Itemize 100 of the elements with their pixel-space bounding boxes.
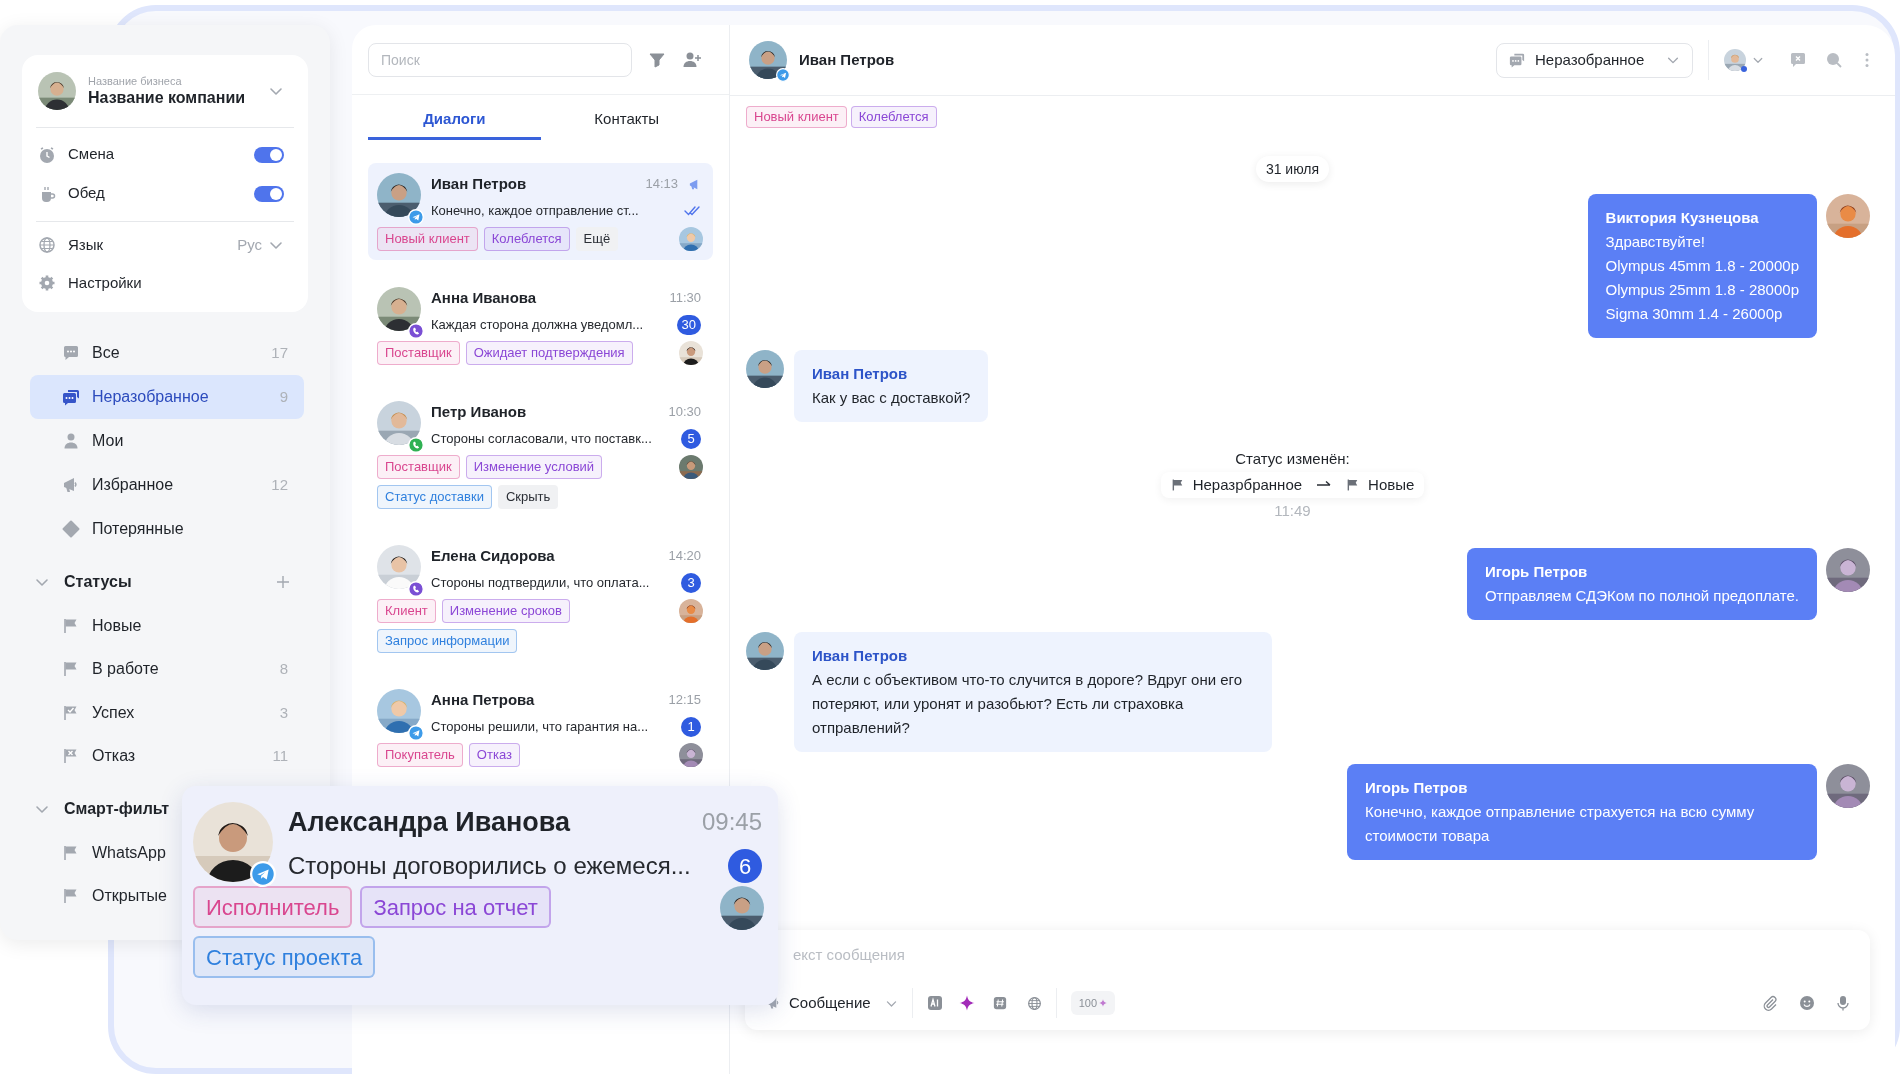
message-text: Olympus 45mm 1.8 - 20000р xyxy=(1605,256,1799,276)
tag: Новый клиент xyxy=(377,227,478,251)
filter-icon[interactable] xyxy=(648,50,666,69)
tag: Статус проекта xyxy=(193,936,376,978)
settings-icon xyxy=(38,274,56,292)
message-text: Отправляем СДЭКом по полной предоплате. xyxy=(1484,586,1799,606)
item-count: 12 xyxy=(271,474,288,495)
tag: Покупатель xyxy=(377,743,463,767)
toggle-label: Обед xyxy=(68,183,105,204)
unread-count: 1 xyxy=(681,717,701,737)
folder-item[interactable]: Мои xyxy=(30,419,304,463)
status-dropdown[interactable]: Неразобранное xyxy=(1496,42,1693,78)
folder-item[interactable]: Избранное 12 xyxy=(30,463,304,507)
search-field[interactable]: Поиск xyxy=(368,42,632,77)
phone-icon xyxy=(408,323,424,339)
tag: Запрос информации xyxy=(377,629,518,653)
old-status: Неразрбранное xyxy=(1192,475,1303,495)
new-status: Новые xyxy=(1368,475,1415,495)
tag: Колеблется xyxy=(850,106,937,128)
message-text: Как у вас с доставкой? xyxy=(812,388,971,408)
item-count: 8 xyxy=(279,659,288,679)
tag: Колеблется xyxy=(483,227,570,251)
chat-icon xyxy=(62,344,80,362)
add-user-icon[interactable] xyxy=(682,50,702,69)
toggle-switch[interactable] xyxy=(254,146,284,163)
unread-count: 6 xyxy=(728,849,762,883)
section-title: Смарт-фильт xyxy=(64,799,170,819)
message-text: Здравствуйте! xyxy=(1605,232,1706,252)
tag: Исполнитель xyxy=(193,886,353,928)
dialog-card[interactable]: Александра Иванова 09:45 Стороны договорились о ежемеся... 6 Исполнитель Запрос на отчет Статус проекта xyxy=(182,786,778,1005)
telegram-icon xyxy=(408,725,424,741)
tag-action-button[interactable]: Скрыть xyxy=(497,485,559,509)
sparkle-icon xyxy=(1099,999,1107,1007)
message-preview: Стороны договорились о ежемеся... xyxy=(288,851,691,881)
search-icon[interactable] xyxy=(1826,52,1842,68)
unread-count: 30 xyxy=(676,315,701,335)
hash-icon[interactable] xyxy=(992,996,1007,1010)
phone-icon xyxy=(408,437,424,453)
message-preview: Стороны решили, что гарантия на... xyxy=(431,718,649,737)
message-time: 10:30 xyxy=(668,403,701,422)
add-icon[interactable] xyxy=(276,575,290,589)
message-author: Иван Петров xyxy=(812,646,909,666)
status-item[interactable]: Успех 3 xyxy=(30,691,304,735)
message-author: Игорь Петров xyxy=(1365,778,1469,798)
section-title: Статусы xyxy=(64,572,132,592)
dialog-item[interactable]: Иван Петров 14:13 Конечно, каждое отправление ст... Новый клиент Колеблется Ещё xyxy=(368,163,713,260)
chats-icon xyxy=(62,388,80,406)
message-time: 14:20 xyxy=(668,547,701,566)
contact-name: Иван Петров xyxy=(431,173,527,194)
status-item[interactable]: В работе 8 xyxy=(30,647,304,691)
tag: Ожидает подтверждения xyxy=(465,341,633,365)
toggle-label: Смена xyxy=(68,144,115,165)
tab[interactable]: Диалоги xyxy=(368,95,541,140)
item-count: 17 xyxy=(271,342,288,363)
double-check-icon xyxy=(684,205,701,217)
unread-count: 5 xyxy=(681,429,701,449)
item-count: 3 xyxy=(279,702,288,723)
tag: Изменение условий xyxy=(465,455,603,479)
status-item[interactable]: Отказ 11 xyxy=(30,734,304,778)
date-separator: 31 июля xyxy=(1255,156,1330,182)
globe-icon xyxy=(38,236,56,254)
sparkle-icon[interactable] xyxy=(958,995,975,1011)
tab[interactable]: Контакты xyxy=(540,95,713,140)
message-preview: Стороны подтвердили, что оплата... xyxy=(431,574,650,593)
status-item[interactable]: Новые xyxy=(30,604,304,648)
close-chat-icon[interactable] xyxy=(1790,52,1806,68)
tag: Поставщик xyxy=(377,455,460,479)
attach-icon[interactable] xyxy=(1762,995,1778,1011)
contact-name: Елена Сидорова xyxy=(431,545,555,566)
company-name: Название компании xyxy=(88,88,246,108)
message-text: Конечно, каждое отправление страхуется на всю сумму стоимости товара xyxy=(1365,802,1756,846)
telegram-icon xyxy=(408,209,424,225)
contact-name: Петр Иванов xyxy=(431,401,527,422)
assignee-dropdown[interactable] xyxy=(1724,49,1764,71)
message-preview: Конечно, каждое отправление ст... xyxy=(431,202,639,221)
message-text: Sigma 30mm 1.4 - 26000р xyxy=(1605,304,1784,324)
telegram-icon xyxy=(776,68,790,82)
message-time: 12:15 xyxy=(668,691,701,710)
flag-icon xyxy=(1170,478,1185,492)
message-preview: Каждая сторона должна уведомл... xyxy=(431,316,644,335)
globe-icon[interactable] xyxy=(1026,995,1042,1011)
folder-item[interactable]: Потерянные xyxy=(30,507,304,551)
message-field[interactable]: екст сообщения xyxy=(793,940,1793,968)
person-icon xyxy=(62,432,80,450)
emoji-icon[interactable] xyxy=(1799,995,1815,1011)
folder-item[interactable]: Неразобранное 9 xyxy=(30,375,304,419)
settings-item[interactable]: Настройки xyxy=(32,264,298,302)
clock-icon xyxy=(38,145,56,164)
microphone-icon[interactable] xyxy=(1836,995,1850,1011)
language-label: Язык xyxy=(68,234,104,255)
business-caption: Название бизнеса xyxy=(88,74,183,88)
item-count: 11 xyxy=(272,746,288,766)
tag: Отказ xyxy=(468,743,520,767)
folder-item[interactable]: Все 17 xyxy=(30,331,304,375)
tag: Поставщик xyxy=(377,341,460,365)
toggle-switch[interactable] xyxy=(254,185,284,202)
unread-count: 3 xyxy=(681,573,701,593)
more-icon[interactable] xyxy=(1864,52,1870,68)
tag-action-button[interactable]: Ещё xyxy=(575,227,619,251)
ai-icon[interactable] xyxy=(926,995,943,1011)
